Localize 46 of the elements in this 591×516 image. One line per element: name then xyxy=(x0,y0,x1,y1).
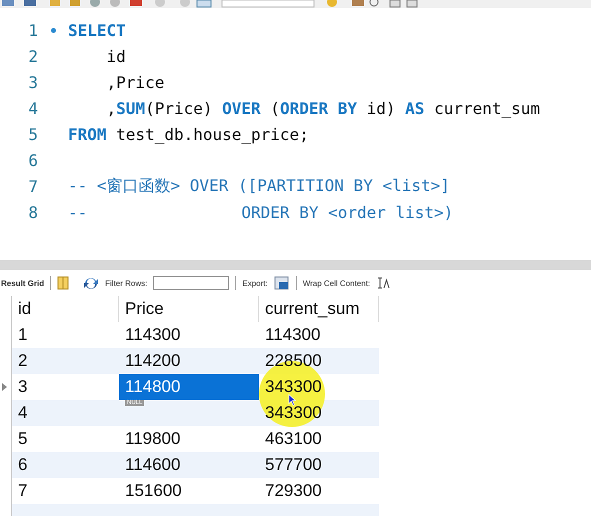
table-cell[interactable]: 2 xyxy=(12,348,119,374)
table-cell[interactable]: 343300 xyxy=(259,400,379,426)
table-cell[interactable]: 4 xyxy=(12,400,119,426)
table-cell[interactable]: 7 xyxy=(12,478,119,504)
table-cell[interactable]: 119800 xyxy=(119,426,259,452)
table-cell[interactable]: 114200 xyxy=(119,348,259,374)
line-number: 1 xyxy=(27,20,38,40)
grid-icon[interactable] xyxy=(57,276,70,290)
refresh-icon[interactable] xyxy=(83,276,100,290)
table-cell[interactable]: 3 xyxy=(12,374,119,400)
table-cell[interactable]: 5 xyxy=(12,426,119,452)
filter-field[interactable] xyxy=(153,276,230,290)
table-cell[interactable]: 114300 xyxy=(119,322,259,348)
code-line: SELECT xyxy=(68,20,126,40)
table-cell[interactable]: 343300 xyxy=(259,374,379,400)
code-line: id xyxy=(106,46,126,66)
table-cell[interactable]: 577700 xyxy=(259,452,379,478)
export-label: Export: xyxy=(242,278,268,288)
result-grid-tab[interactable]: Result Grid xyxy=(1,278,44,288)
code-line: -- <窗口函数> OVER ([PARTITION BY <list>] xyxy=(68,176,450,196)
table-cell[interactable]: 228500 xyxy=(259,348,379,374)
line-number: 8 xyxy=(27,202,38,222)
table-cell[interactable]: 463100 xyxy=(259,426,379,452)
line-number: 7 xyxy=(27,176,38,196)
table-cell[interactable]: 729300 xyxy=(259,478,379,504)
table-cell[interactable]: 151600 xyxy=(119,478,259,504)
line-number: 2 xyxy=(27,46,38,66)
code-line: ,Price xyxy=(106,72,164,92)
wrap-label: Wrap Cell Content: xyxy=(302,278,370,288)
filter-label: Filter Rows: xyxy=(105,278,148,288)
code-editor[interactable]: 1 SELECT 2 id 3 ,Price 4 ,SUM(Price) OVER (ORDER BY id) AS current_sum 5 FROM test_db.house_price; 6 7 -- <窗口函数> OVER ([PARTITION BY <list>] 8 -- ORDER BY <order list>) xyxy=(0,8,591,240)
mouse-cursor-icon xyxy=(288,394,297,406)
table-cell[interactable]: 1 xyxy=(12,322,119,348)
table-cell[interactable]: 114300 xyxy=(259,322,379,348)
wrap-text-icon[interactable] xyxy=(376,276,390,290)
line-number: 3 xyxy=(27,72,38,92)
code-line: FROM test_db.house_price; xyxy=(68,124,309,144)
code-line: ,SUM(Price) OVER (ORDER BY id) AS current_sum xyxy=(106,98,540,118)
line-number: 4 xyxy=(27,98,38,118)
export-icon[interactable] xyxy=(274,276,290,290)
line-number: 5 xyxy=(27,124,38,144)
table-cell[interactable]: 114600 xyxy=(119,452,259,478)
code-line: -- ORDER BY <order list>) xyxy=(68,202,454,222)
line-number: 6 xyxy=(27,150,38,170)
table-cell[interactable]: 114800 xyxy=(119,374,259,400)
table-cell[interactable]: 6 xyxy=(12,452,119,478)
